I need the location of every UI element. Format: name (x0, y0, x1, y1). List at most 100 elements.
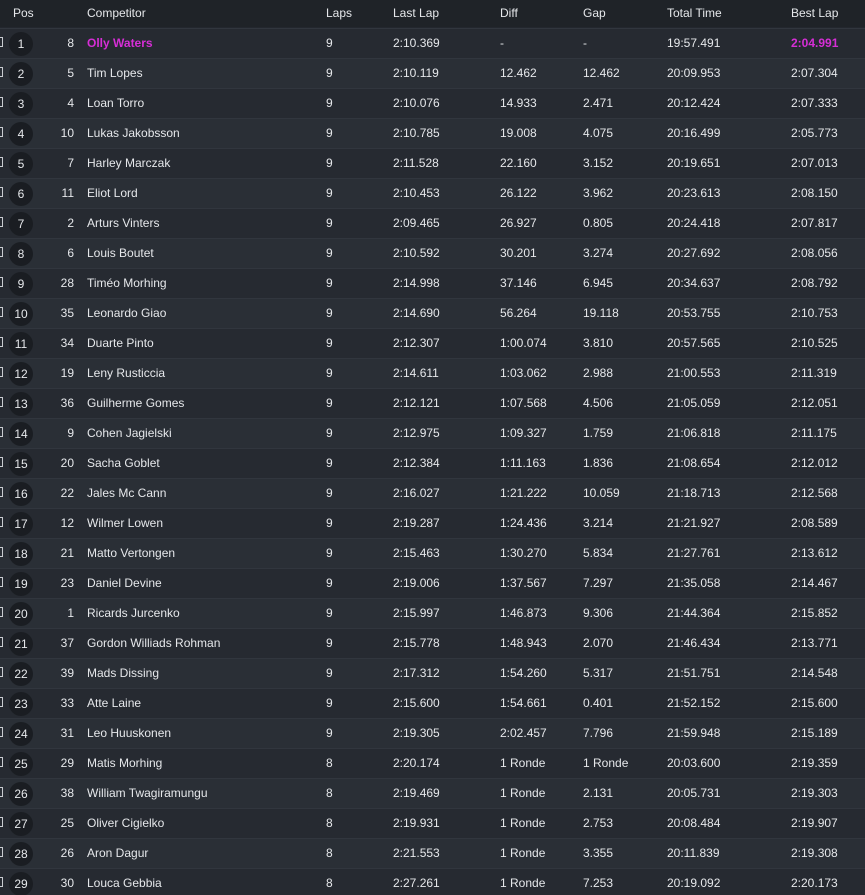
competitor-name[interactable]: Louis Boutet (87, 246, 154, 260)
row-handle-icon[interactable] (0, 727, 3, 737)
table-row[interactable]: 1 8 Olly Waters 9 2:10.369 - - 19:57.491 2:04.99… (0, 28, 865, 58)
row-handle-icon[interactable] (0, 187, 3, 197)
competitor-name[interactable]: Louca Gebbia (87, 876, 162, 890)
best-lap-cell: 2:07.817 (791, 216, 838, 230)
header-competitor[interactable]: Competitor (87, 6, 146, 20)
row-handle-icon[interactable] (0, 787, 3, 797)
table-row[interactable]: 11 34 Duarte Pinto 9 2:12.307 1:00.074 3.810 20… (0, 328, 865, 358)
competitor-name[interactable]: Mads Dissing (87, 666, 159, 680)
gap-cell: 5.317 (583, 666, 614, 680)
competitor-name[interactable]: Cohen Jagielski (87, 426, 172, 440)
row-handle-icon[interactable] (0, 397, 3, 407)
row-handle-icon[interactable] (0, 697, 3, 707)
table-row[interactable]: 16 22 Jales Mc Cann 9 2:16.027 1:21.222 10.059… (0, 478, 865, 508)
row-handle-icon[interactable] (0, 97, 3, 107)
table-row[interactable]: 13 36 Guilherme Gomes 9 2:12.121 1:07.568 4.50… (0, 388, 865, 418)
table-row[interactable]: 3 4 Loan Torro 9 2:10.076 14.933 2.471 20:12.42… (0, 88, 865, 118)
row-handle-icon[interactable] (0, 337, 3, 347)
last-lap-cell: 2:14.611 (393, 366, 439, 380)
table-row[interactable]: 19 23 Daniel Devine 9 2:19.006 1:37.567 7.297 2… (0, 568, 865, 598)
table-row[interactable]: 24 31 Leo Huuskonen 9 2:19.305 2:02.457 7.796 2… (0, 718, 865, 748)
competitor-name[interactable]: Duarte Pinto (87, 336, 154, 350)
header-gap[interactable]: Gap (583, 6, 606, 20)
competitor-name[interactable]: Sacha Goblet (87, 456, 160, 470)
table-row[interactable]: 20 1 Ricards Jurcenko 9 2:15.997 1:46.873 9.30… (0, 598, 865, 628)
competitor-name[interactable]: Aron Dagur (87, 846, 148, 860)
row-handle-icon[interactable] (0, 457, 3, 467)
row-handle-icon[interactable] (0, 577, 3, 587)
row-handle-icon[interactable] (0, 367, 3, 377)
competitor-name[interactable]: Daniel Devine (87, 576, 162, 590)
header-total-time[interactable]: Total Time (667, 6, 722, 20)
row-handle-icon[interactable] (0, 67, 3, 77)
row-handle-icon[interactable] (0, 517, 3, 527)
table-row[interactable]: 26 38 William Twagiramungu 8 2:19.469 1 Ronde… (0, 778, 865, 808)
competitor-name[interactable]: Tim Lopes (87, 66, 143, 80)
competitor-name[interactable]: Ricards Jurcenko (87, 606, 180, 620)
competitor-name[interactable]: Atte Laine (87, 696, 141, 710)
competitor-name[interactable]: Loan Torro (87, 96, 144, 110)
competitor-name[interactable]: William Twagiramungu (87, 786, 208, 800)
laps-cell: 9 (326, 396, 333, 410)
table-row[interactable]: 12 19 Leny Rusticcia 9 2:14.611 1:03.062 2.988… (0, 358, 865, 388)
table-row[interactable]: 9 28 Timéo Morhing 9 2:14.998 37.146 6.945 20:3… (0, 268, 865, 298)
table-row[interactable]: 14 9 Cohen Jagielski 9 2:12.975 1:09.327 1.759… (0, 418, 865, 448)
competitor-name[interactable]: Harley Marczak (87, 156, 170, 170)
table-row[interactable]: 22 39 Mads Dissing 9 2:17.312 1:54.260 5.317 21… (0, 658, 865, 688)
header-diff[interactable]: Diff (500, 6, 518, 20)
header-best-lap[interactable]: Best Lap (791, 6, 838, 20)
row-handle-icon[interactable] (0, 607, 3, 617)
row-handle-icon[interactable] (0, 547, 3, 557)
table-row[interactable]: 28 26 Aron Dagur 8 2:21.553 1 Ronde 3.355 20:11… (0, 838, 865, 868)
row-handle-icon[interactable] (0, 247, 3, 257)
table-row[interactable]: 18 21 Matto Vertongen 9 2:15.463 1:30.270 5.83… (0, 538, 865, 568)
table-row[interactable]: 25 29 Matis Morhing 8 2:20.174 1 Ronde 1 Ronde… (0, 748, 865, 778)
table-row[interactable]: 29 30 Louca Gebbia 8 2:27.261 1 Ronde 7.253 20:… (0, 868, 865, 895)
competitor-name[interactable]: Matto Vertongen (87, 546, 175, 560)
competitor-name[interactable]: Leonardo Giao (87, 306, 166, 320)
table-row[interactable]: 7 2 Arturs Vinters 9 2:09.465 26.927 0.805 20:2… (0, 208, 865, 238)
competitor-name[interactable]: Gordon Williads Rohman (87, 636, 220, 650)
header-laps[interactable]: Laps (326, 6, 352, 20)
competitor-name[interactable]: Oliver Cigielko (87, 816, 164, 830)
table-row[interactable]: 4 10 Lukas Jakobsson 9 2:10.785 19.008 4.075 20… (0, 118, 865, 148)
row-handle-icon[interactable] (0, 277, 3, 287)
table-row[interactable]: 23 33 Atte Laine 9 2:15.600 1:54.661 0.401 21:5… (0, 688, 865, 718)
header-pos[interactable]: Pos (13, 6, 34, 20)
row-handle-icon[interactable] (0, 757, 3, 767)
table-row[interactable]: 5 7 Harley Marczak 9 2:11.528 22.160 3.152 20:1… (0, 148, 865, 178)
row-handle-icon[interactable] (0, 157, 3, 167)
row-handle-icon[interactable] (0, 217, 3, 227)
competitor-name[interactable]: Arturs Vinters (87, 216, 159, 230)
competitor-name[interactable]: Leo Huuskonen (87, 726, 171, 740)
competitor-name[interactable]: Leny Rusticcia (87, 366, 165, 380)
row-handle-icon[interactable] (0, 847, 3, 857)
table-row[interactable]: 21 37 Gordon Williads Rohman 9 2:15.778 1:48.… (0, 628, 865, 658)
competitor-name[interactable]: Olly Waters (87, 36, 153, 50)
competitor-name[interactable]: Eliot Lord (87, 186, 138, 200)
competitor-name[interactable]: Matis Morhing (87, 756, 162, 770)
table-row[interactable]: 8 6 Louis Boutet 9 2:10.592 30.201 3.274 20:27.… (0, 238, 865, 268)
row-handle-icon[interactable] (0, 37, 3, 47)
table-row[interactable]: 15 20 Sacha Goblet 9 2:12.384 1:11.163 1.836 21… (0, 448, 865, 478)
table-row[interactable]: 27 25 Oliver Cigielko 8 2:19.931 1 Ronde 2.753… (0, 808, 865, 838)
row-handle-icon[interactable] (0, 127, 3, 137)
table-row[interactable]: 6 11 Eliot Lord 9 2:10.453 26.122 3.962 20:23.6… (0, 178, 865, 208)
competitor-name[interactable]: Timéo Morhing (87, 276, 167, 290)
row-handle-icon[interactable] (0, 487, 3, 497)
table-row[interactable]: 17 12 Wilmer Lowen 9 2:19.287 1:24.436 3.214 21… (0, 508, 865, 538)
competitor-name[interactable]: Lukas Jakobsson (87, 126, 180, 140)
row-handle-icon[interactable] (0, 637, 3, 647)
row-number: 5 (67, 66, 74, 80)
table-row[interactable]: 2 5 Tim Lopes 9 2:10.119 12.462 12.462 20:09.95… (0, 58, 865, 88)
competitor-name[interactable]: Guilherme Gomes (87, 396, 184, 410)
row-handle-icon[interactable] (0, 307, 3, 317)
row-handle-icon[interactable] (0, 877, 3, 887)
header-last-lap[interactable]: Last Lap (393, 6, 439, 20)
row-handle-icon[interactable] (0, 817, 3, 827)
row-handle-icon[interactable] (0, 667, 3, 677)
competitor-name[interactable]: Jales Mc Cann (87, 486, 166, 500)
table-row[interactable]: 10 35 Leonardo Giao 9 2:14.690 56.264 19.118 20… (0, 298, 865, 328)
row-handle-icon[interactable] (0, 427, 3, 437)
competitor-name[interactable]: Wilmer Lowen (87, 516, 163, 530)
